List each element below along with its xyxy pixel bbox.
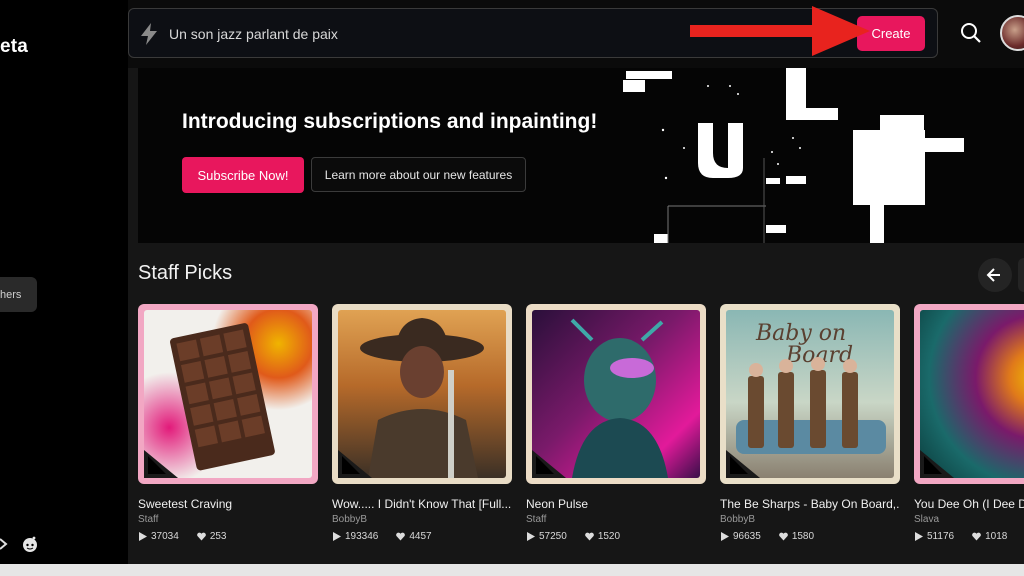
main-content: Un son jazz parlant de paix Create Intro…	[128, 0, 1024, 564]
corner-badge-icon	[532, 450, 566, 478]
song-stats: 57250 1520	[526, 531, 620, 542]
heart-icon	[584, 532, 594, 541]
red-arrow-annotation	[690, 6, 870, 56]
like-count: 1018	[985, 531, 1008, 542]
promo-banner: Introducing subscriptions and inpainting…	[138, 68, 1024, 243]
heart-icon	[778, 532, 788, 541]
learn-more-button[interactable]: Learn more about our new features	[311, 157, 526, 192]
song-cover-frame[interactable]: Baby on Board	[720, 304, 900, 484]
song-author[interactable]: Staff	[526, 514, 546, 525]
song-author[interactable]: Staff	[138, 514, 158, 525]
sidebar: eta hers	[0, 0, 128, 564]
corner-badge-icon	[338, 450, 372, 478]
song-cover-frame[interactable]	[138, 304, 318, 484]
song-cover-frame[interactable]	[526, 304, 706, 484]
play-icon	[333, 532, 341, 541]
carousel-prev-button[interactable]	[978, 258, 1012, 292]
brand-logo-text: eta	[0, 36, 29, 57]
play-count: 193346	[345, 531, 379, 542]
song-author[interactable]: BobbyB	[332, 514, 367, 525]
play-icon	[139, 532, 147, 541]
song-stats: 193346 4457	[332, 531, 432, 542]
banner-pixel-art	[623, 68, 964, 243]
song-title[interactable]: The Be Sharps - Baby On Board,...	[720, 497, 900, 511]
carousel-next-button[interactable]	[1018, 258, 1024, 292]
heart-icon	[396, 532, 406, 541]
song-title[interactable]: Wow..... I Didn't Know That [Full...	[332, 497, 512, 511]
bottom-strip	[0, 564, 1024, 576]
play-count: 37034	[151, 531, 179, 542]
like-count: 1520	[597, 531, 621, 542]
song-card[interactable]: You Dee Oh (I Dee D Slava 51176 1018	[914, 304, 1024, 554]
reddit-icon[interactable]	[21, 535, 39, 553]
play-count: 57250	[539, 531, 567, 542]
like-count: 1580	[791, 531, 815, 542]
user-avatar[interactable]	[1000, 15, 1024, 51]
prompt-text[interactable]: Un son jazz parlant de paix	[169, 26, 338, 42]
subscribe-now-button[interactable]: Subscribe Now!	[182, 157, 304, 193]
song-card[interactable]: Baby on Board The Be Sharps - Baby On Bo…	[720, 304, 900, 542]
corner-badge-icon	[726, 450, 760, 478]
play-count: 51176	[927, 531, 955, 542]
song-cover-frame[interactable]	[332, 304, 512, 484]
top-bar: Un son jazz parlant de paix Create	[128, 0, 1024, 68]
heart-icon	[196, 532, 206, 541]
banner-title: Introducing subscriptions and inpainting…	[182, 110, 598, 133]
heart-icon	[972, 532, 981, 541]
play-icon	[721, 532, 729, 541]
song-title[interactable]: Neon Pulse	[526, 497, 706, 511]
play-icon	[527, 532, 535, 541]
arrow-left-icon	[986, 268, 1000, 282]
song-title[interactable]: You Dee Oh (I Dee D	[914, 497, 1024, 511]
sidebar-item-partial[interactable]: hers	[0, 277, 37, 312]
song-card[interactable]: Sweetest Craving Staff 37034 253	[138, 304, 318, 542]
play-icon	[915, 532, 923, 541]
search-icon[interactable]	[960, 22, 982, 44]
song-author[interactable]: Slava	[914, 514, 939, 525]
lightning-icon	[141, 23, 157, 45]
song-title[interactable]: Sweetest Craving	[138, 497, 318, 511]
corner-badge-icon	[144, 450, 178, 478]
song-stats: 37034 253	[138, 531, 227, 542]
like-count: 4457	[409, 531, 432, 542]
partial-social-icon[interactable]	[0, 537, 8, 551]
song-author[interactable]: BobbyB	[720, 514, 755, 525]
play-count: 96635	[733, 531, 761, 542]
song-card[interactable]: Neon Pulse Staff 57250 1520	[526, 304, 706, 542]
song-stats: 51176 1018	[914, 531, 1007, 542]
song-stats: 96635 1580	[720, 531, 814, 542]
song-card[interactable]: Wow..... I Didn't Know That [Full... Bob…	[332, 304, 512, 542]
corner-badge-icon	[920, 450, 954, 478]
like-count: 253	[209, 531, 227, 542]
song-cover-frame[interactable]	[914, 304, 1024, 484]
staff-picks-title: Staff Picks	[138, 262, 233, 284]
